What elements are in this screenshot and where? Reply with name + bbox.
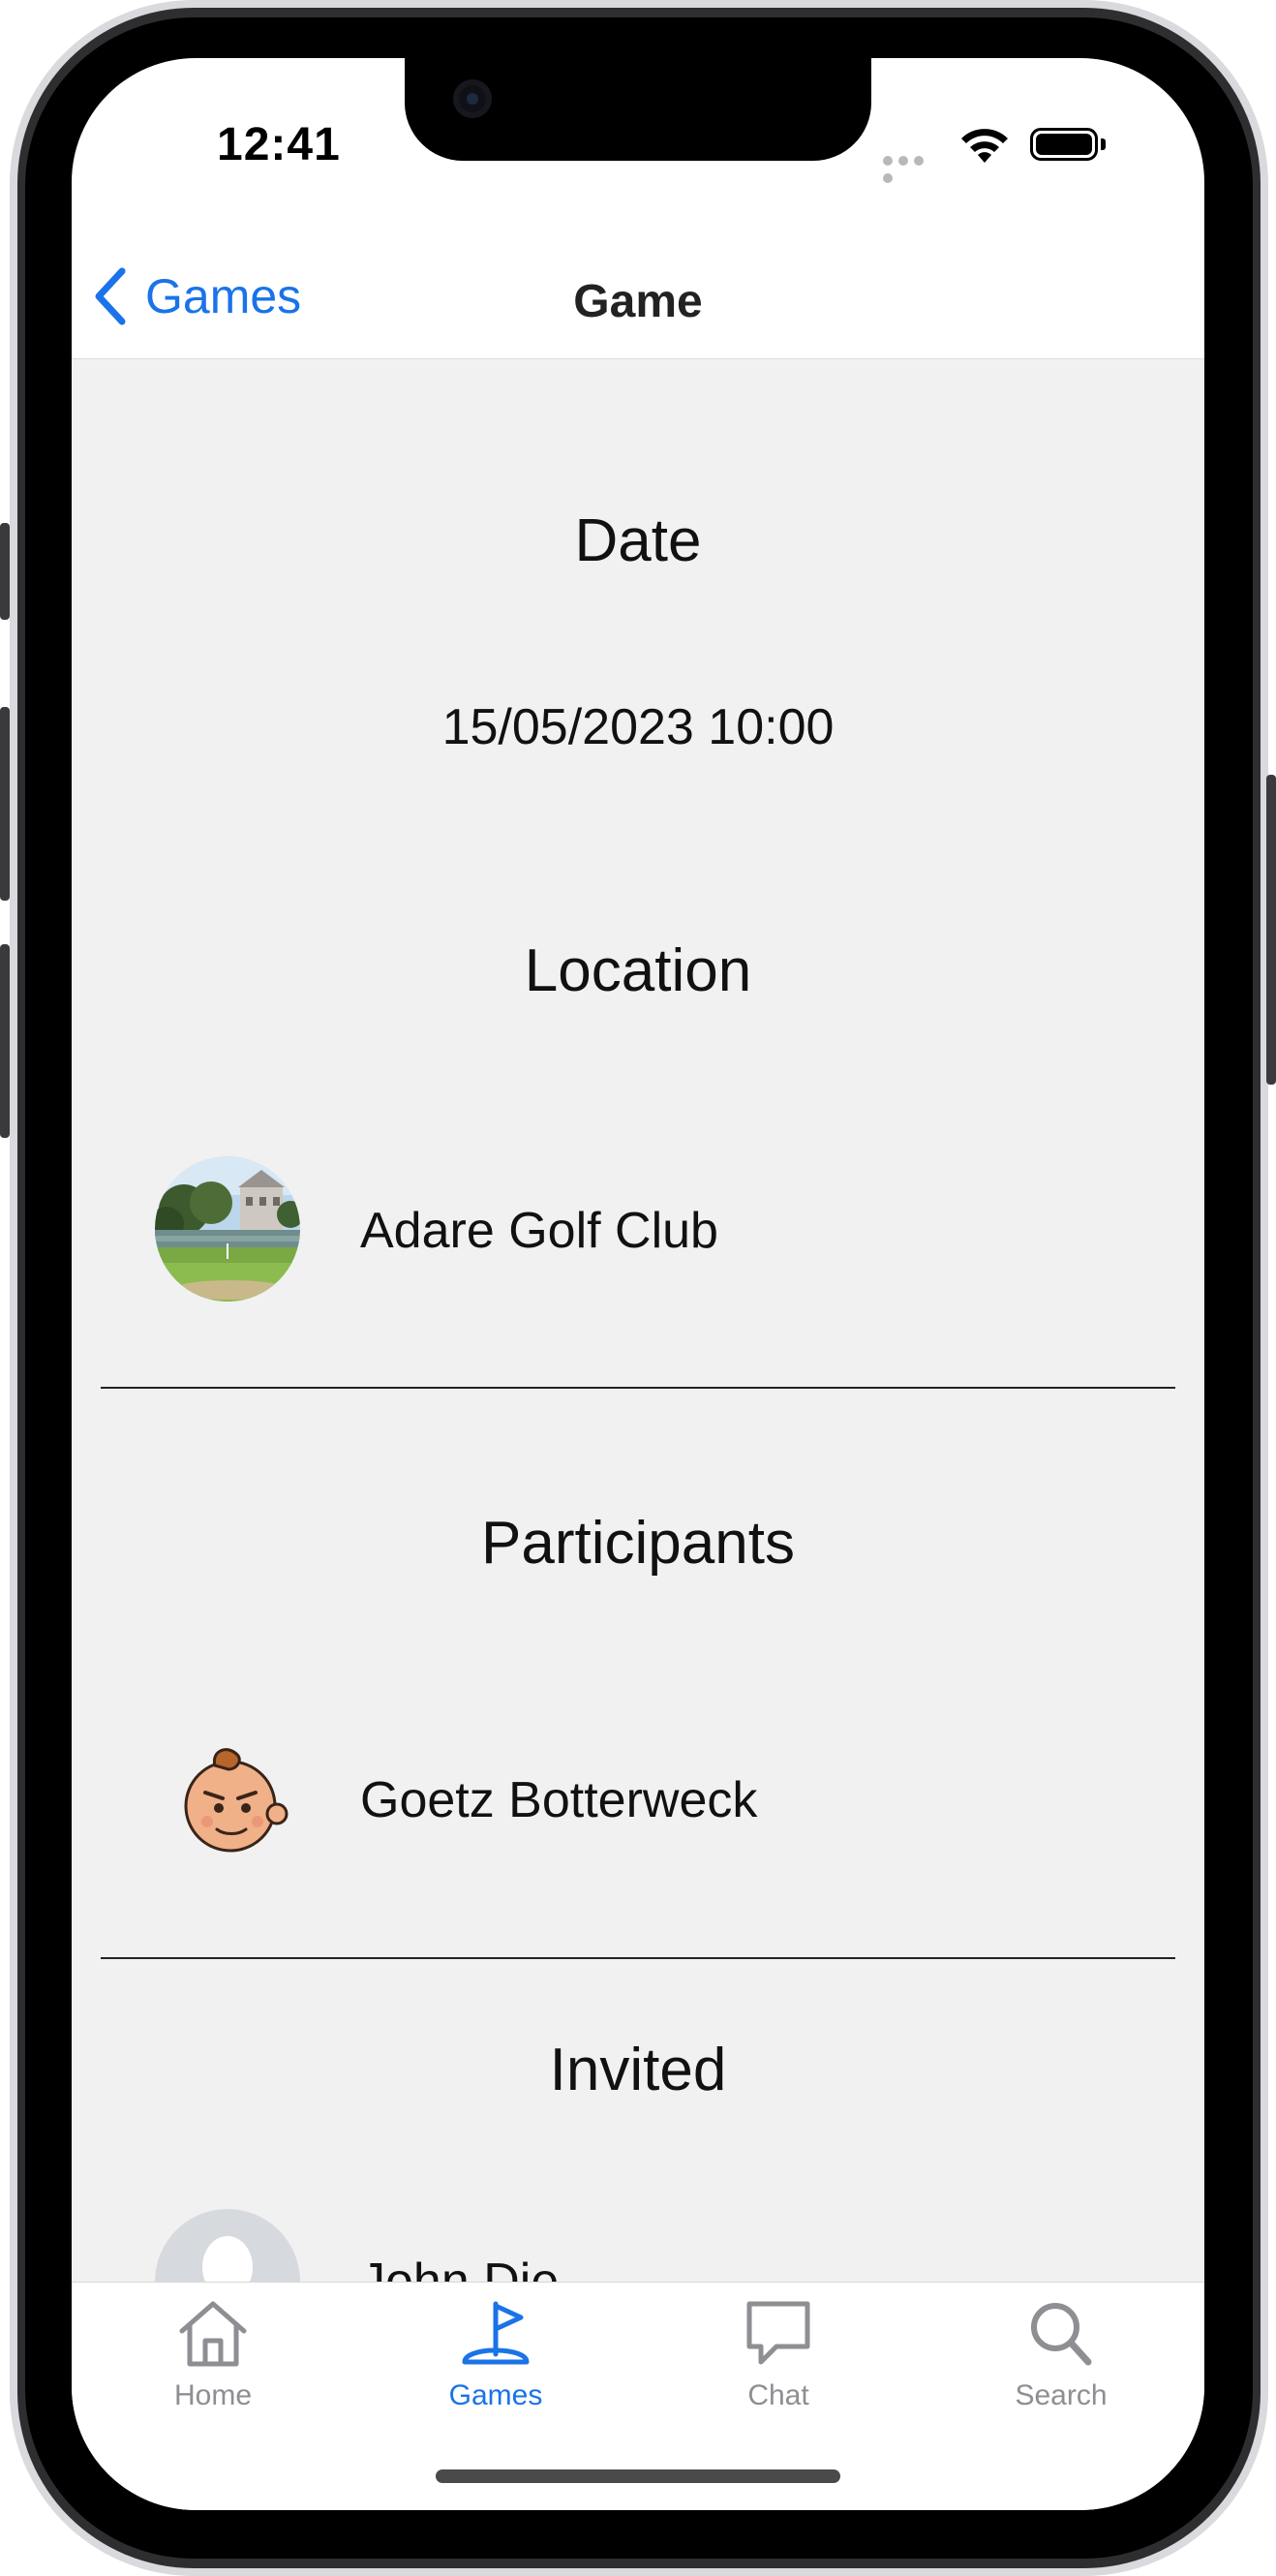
tab-search-label: Search <box>1015 2379 1108 2411</box>
cellular-signal-icon <box>883 153 943 183</box>
invited-name: John Die <box>360 2254 560 2282</box>
tab-chat-label: Chat <box>747 2379 809 2411</box>
home-indicator[interactable] <box>436 2469 840 2483</box>
wifi-icon <box>961 129 1008 163</box>
status-time: 12:41 <box>217 119 341 170</box>
phone-screen: 12:41 Games Game Date 15/05/2023 10:00 L… <box>72 58 1204 2510</box>
battery-icon <box>1030 128 1098 161</box>
navigation-bar: Games Game <box>72 232 1204 359</box>
location-name: Adare Golf Club <box>360 1203 718 1259</box>
house-icon <box>179 2301 247 2367</box>
tab-games[interactable]: Games <box>399 2296 592 2432</box>
avatar <box>155 1727 300 1872</box>
side-button-power <box>1266 775 1276 1085</box>
battery-tip <box>1101 138 1106 150</box>
invited-section-title: Invited <box>549 2037 727 2103</box>
tab-home[interactable]: Home <box>116 2296 310 2432</box>
page-title: Game <box>573 276 703 327</box>
front-camera <box>453 79 492 118</box>
tab-home-label: Home <box>173 2379 253 2411</box>
tab-games-label: Games <box>448 2379 543 2411</box>
game-date-value: 15/05/2023 10:00 <box>441 699 835 755</box>
location-photo <box>155 1156 300 1302</box>
side-button-silent <box>0 523 10 620</box>
golf-flag-icon <box>462 2301 530 2365</box>
date-section-title: Date <box>574 507 702 574</box>
location-section-title: Location <box>524 937 752 1004</box>
magnifier-icon <box>1031 2303 1092 2366</box>
side-button-volume-up <box>0 707 10 901</box>
divider <box>101 1957 1175 1959</box>
chat-bubble-icon <box>746 2301 810 2365</box>
divider <box>101 1387 1175 1389</box>
tab-search[interactable]: Search <box>964 2296 1158 2432</box>
default-avatar <box>155 2209 300 2282</box>
tab-chat[interactable]: Chat <box>682 2296 875 2432</box>
side-button-volume-down <box>0 944 10 1138</box>
participants-section-title: Participants <box>481 1510 795 1577</box>
game-details-content[interactable]: Date 15/05/2023 10:00 Location Adare Gol… <box>72 359 1204 2282</box>
participant-name: Goetz Botterweck <box>360 1772 758 1828</box>
